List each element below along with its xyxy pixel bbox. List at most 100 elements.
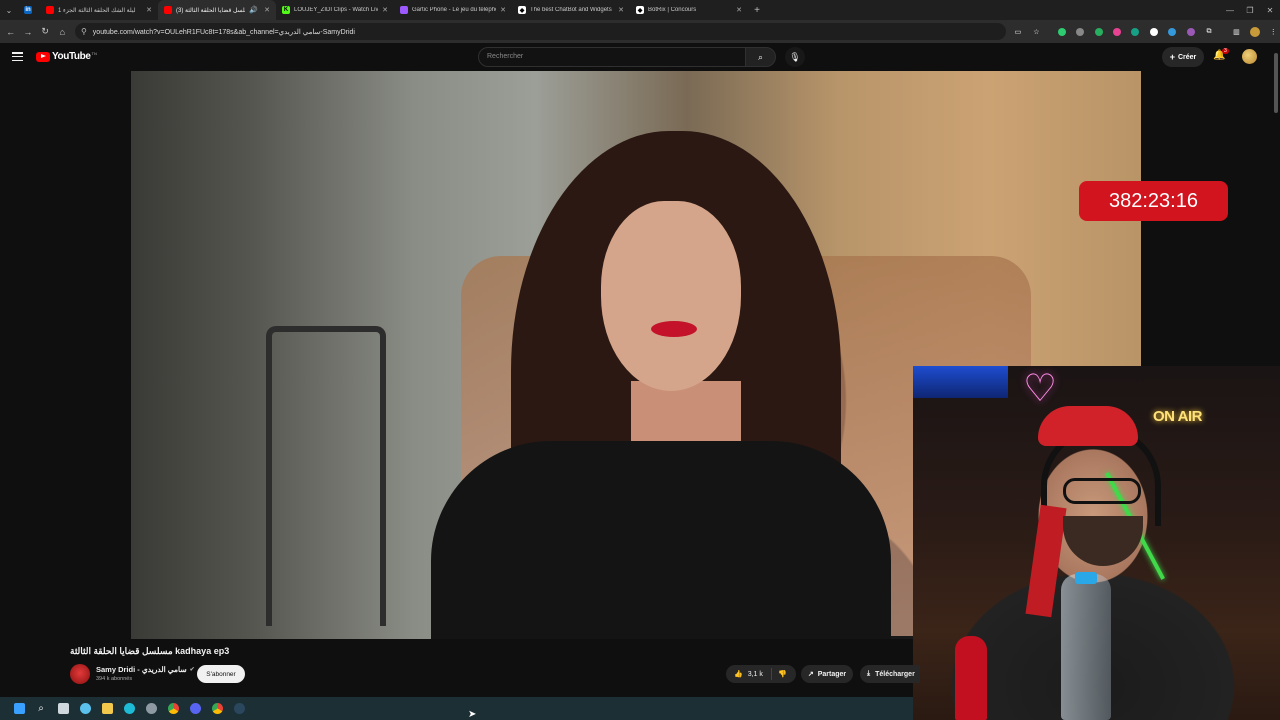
glasses — [1063, 478, 1141, 504]
close-tab-icon[interactable]: ✕ — [500, 6, 506, 14]
channel-avatar[interactable] — [70, 664, 90, 684]
logo-text: YouTube — [52, 51, 91, 62]
red-bandana — [1038, 406, 1138, 446]
home-icon[interactable]: ⌂ — [54, 27, 71, 37]
copilot-icon[interactable] — [74, 699, 96, 719]
edge-icon[interactable] — [118, 699, 140, 719]
tab-5[interactable]: ◆ BotRix | Concours ✕ — [630, 0, 748, 20]
extension-icon[interactable] — [1165, 25, 1178, 39]
url-field[interactable]: ⚲ youtube.com/watch?v=OULehR1FUc8t=178s&… — [74, 23, 1007, 40]
like-count: 3,1 k — [747, 670, 763, 678]
extensions-puzzle-icon[interactable]: ⧉ — [1202, 25, 1215, 39]
address-bar-row: ← → ↻ ⌂ ⚲ youtube.com/watch?v=OULehR1FUc… — [0, 20, 1280, 43]
extension-icon[interactable] — [1073, 25, 1086, 39]
new-tab-icon[interactable]: + — [748, 5, 766, 16]
extension-icon[interactable] — [1055, 25, 1068, 39]
create-label: Créer — [1177, 53, 1197, 61]
page-scrollbar[interactable] — [1272, 43, 1280, 366]
botrix-icon: ◆ — [636, 6, 644, 14]
chrome-icon[interactable] — [162, 699, 184, 719]
browser-menu-icon[interactable]: ⋮ — [1267, 25, 1280, 39]
sidebar-icon[interactable]: ▥ — [1230, 25, 1243, 39]
download-icon: ⤓ — [867, 670, 871, 677]
steam-icon[interactable] — [228, 699, 250, 719]
back-icon[interactable]: ← — [2, 27, 19, 37]
close-tab-icon[interactable]: ✕ — [264, 6, 270, 14]
channel-name[interactable]: Samy Dridi - سامي الدريدي ✔ — [96, 665, 195, 674]
extension-icon[interactable] — [1129, 25, 1142, 39]
extension-icon[interactable] — [1110, 25, 1123, 39]
extension-icon[interactable] — [1184, 25, 1197, 39]
tab-4[interactable]: ◆ The best ChatBot and Widgets ✕ — [512, 0, 630, 20]
tab-title: LOUJEY_ZIDI Clips - Watch Live — [294, 7, 379, 13]
subscribe-button[interactable]: S'abonner — [197, 665, 245, 683]
search-icon[interactable]: ⌕ — [745, 47, 776, 67]
extension-icon[interactable] — [1147, 25, 1160, 39]
tab-title: The best ChatBot and Widgets — [530, 7, 612, 13]
youtube-icon — [46, 6, 54, 14]
speaker-icon[interactable]: 🔊 — [249, 6, 258, 14]
dislike-button[interactable]: 👎 — [772, 670, 787, 678]
water-bottle — [1061, 574, 1111, 720]
stream-timer: 382:23:16 — [1079, 181, 1228, 221]
close-tab-icon[interactable]: ✕ — [382, 6, 388, 14]
extension-icon[interactable] — [1092, 25, 1105, 39]
bookmark-star-icon[interactable]: ☆ — [1030, 25, 1043, 39]
on-air-sign: ON AIR — [1153, 408, 1202, 425]
tab-title: (3) مسلسل قضايا الحلقة الثالثة — [176, 7, 245, 14]
channel-name-text: Samy Dridi - سامي الدريدي — [96, 665, 187, 674]
task-view-icon[interactable] — [52, 699, 74, 719]
windows-taskbar: ⌕ — [0, 697, 913, 720]
close-tab-icon[interactable]: ✕ — [618, 6, 624, 14]
tab-search-icon[interactable]: ⌄ — [0, 0, 18, 20]
pinned-tab-linkedin[interactable]: in — [18, 0, 40, 20]
avatar[interactable] — [1242, 49, 1257, 64]
cast-icon[interactable]: ▭ — [1011, 25, 1024, 39]
bottle-cap — [1075, 572, 1097, 584]
tab-3[interactable]: Gartic Phone - Le jeu du télépho ✕ — [394, 0, 512, 20]
chrome-icon[interactable] — [206, 699, 228, 719]
search-icon[interactable]: ⌕ — [30, 699, 52, 719]
tab-title: BotRix | Concours — [648, 7, 697, 13]
video-frame-jacket — [431, 441, 891, 639]
tab-title: Gartic Phone - Le jeu du télépho — [412, 7, 497, 13]
reload-icon[interactable]: ↻ — [36, 26, 53, 37]
youtube-play-icon — [36, 51, 50, 62]
tab-1[interactable]: (3) مسلسل قضايا الحلقة الثالثة 🔊 ✕ — [158, 0, 276, 20]
tab-0[interactable]: ليلة الشك الحلقة الثالثة الجزء 1 ✕ — [40, 0, 158, 20]
menu-icon[interactable] — [12, 52, 23, 61]
windows-start-icon[interactable] — [8, 699, 30, 719]
file-explorer-icon[interactable] — [96, 699, 118, 719]
video-frame-chair — [266, 326, 386, 626]
share-label: Partager — [817, 670, 847, 678]
close-tab-icon[interactable]: ✕ — [146, 6, 152, 14]
tab-title: ليلة الشك الحلقة الثالثة الجزء 1 — [58, 7, 136, 14]
like-dislike-group: 👍 3,1 k 👎 — [726, 665, 796, 683]
verified-icon: ✔ — [189, 667, 195, 673]
microphone-icon[interactable]: 🎙 — [785, 47, 805, 67]
botrix-icon: ◆ — [518, 6, 526, 14]
tab-2[interactable]: K LOUJEY_ZIDI Clips - Watch Live ✕ — [276, 0, 394, 20]
close-tab-icon[interactable]: ✕ — [736, 6, 742, 14]
minimize-icon[interactable]: — — [1220, 6, 1240, 15]
beard — [1063, 516, 1143, 566]
close-window-icon[interactable]: ✕ — [1260, 6, 1280, 15]
youtube-logo[interactable]: YouTube TN — [36, 51, 97, 62]
app-icon[interactable] — [140, 699, 162, 719]
browser-tab-strip: ⌄ in ليلة الشك الحلقة الثالثة الجزء 1 ✕ … — [0, 0, 1280, 20]
youtube-header: YouTube TN Rechercher ⌕ 🎙 + Créer 🔔 3 — [0, 43, 1280, 71]
kick-icon: K — [282, 6, 290, 14]
video-title: مسلسل قضايا الحلقة الثالثة kadhaya ep3 — [70, 646, 230, 656]
like-button[interactable]: 👍 3,1 k — [726, 668, 772, 680]
create-button[interactable]: + Créer — [1162, 47, 1204, 67]
logo-country: TN — [91, 51, 97, 56]
profile-icon[interactable] — [1248, 25, 1261, 39]
site-info-icon[interactable]: ⚲ — [81, 27, 87, 36]
maximize-icon[interactable]: ❐ — [1240, 6, 1260, 15]
download-button[interactable]: ⤓ Télécharger — [860, 665, 920, 683]
forward-icon[interactable]: → — [19, 27, 36, 37]
share-button[interactable]: ↗ Partager — [801, 665, 853, 683]
search-input[interactable]: Rechercher — [478, 47, 746, 67]
gartic-icon — [400, 6, 408, 14]
discord-icon[interactable] — [184, 699, 206, 719]
